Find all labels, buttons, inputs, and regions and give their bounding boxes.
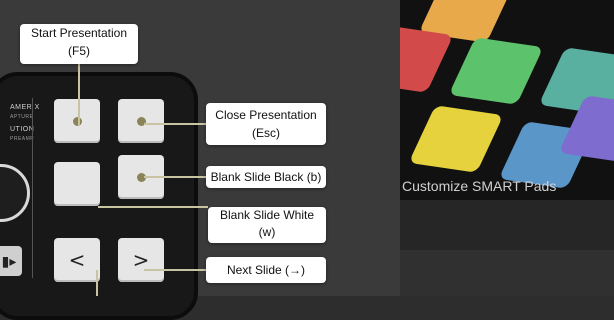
smart-pads-caption[interactable]: Customize SMART Pads: [400, 178, 614, 194]
right-panel: Customize SMART Pads: [400, 0, 614, 296]
callout-start-presentation: Start Presentation (F5): [20, 24, 138, 64]
tile-yellow: [408, 105, 504, 173]
callout-close-label: Close Presentation: [215, 108, 317, 122]
connector-start: [78, 64, 80, 126]
device-brand-text: AMER X: [10, 104, 40, 111]
device-brand-subtext-2: PREAMP: [10, 136, 35, 142]
pad-start-presentation[interactable]: [54, 99, 100, 143]
left-panel: AMER X APTURE UTION PREAMP ▮▸ < > Start …: [0, 0, 400, 320]
dial-knob[interactable]: [0, 164, 30, 222]
device-brand-text-2: UTION: [10, 126, 35, 133]
tile-green: [448, 37, 544, 105]
connector-white: [98, 206, 208, 208]
pad-previous-slide[interactable]: <: [54, 238, 100, 282]
callout-blank-white: Blank Slide White (w): [208, 207, 326, 243]
callout-start-shortcut: (F5): [68, 44, 90, 58]
device-brand-subtext: APTURE: [10, 114, 34, 120]
callout-start-label: Start Presentation: [30, 26, 128, 40]
callout-next-slide-label: Next Slide (→): [226, 263, 306, 277]
callout-blank-white-label: Blank Slide White: [219, 208, 315, 222]
connector-black: [144, 176, 206, 178]
connector-close: [144, 123, 206, 125]
connector-previous: [96, 270, 98, 296]
smart-pads-image: [400, 0, 614, 200]
callout-blank-black-label: Blank Slide Black (b): [210, 170, 322, 184]
tile-red: [400, 25, 454, 93]
pad-marker: [72, 116, 82, 126]
pad-blank-white[interactable]: [54, 162, 100, 206]
callout-close-presentation: Close Presentation (Esc): [206, 103, 326, 145]
bottom-card: [400, 250, 614, 296]
pad-next-slide[interactable]: >: [118, 238, 164, 282]
callout-blank-white-shortcut: (w): [258, 225, 276, 239]
callout-blank-black: Blank Slide Black (b): [206, 166, 326, 188]
camera-icon: ▮▸: [1, 252, 17, 269]
connector-next: [144, 269, 206, 271]
callout-next-slide: Next Slide (→): [206, 257, 326, 283]
chevron-left-icon: <: [68, 248, 86, 272]
pad-close-presentation[interactable]: [118, 99, 164, 143]
device-divider: [32, 98, 33, 278]
callout-close-shortcut: (Esc): [252, 126, 280, 140]
camera-button[interactable]: ▮▸: [0, 246, 22, 276]
